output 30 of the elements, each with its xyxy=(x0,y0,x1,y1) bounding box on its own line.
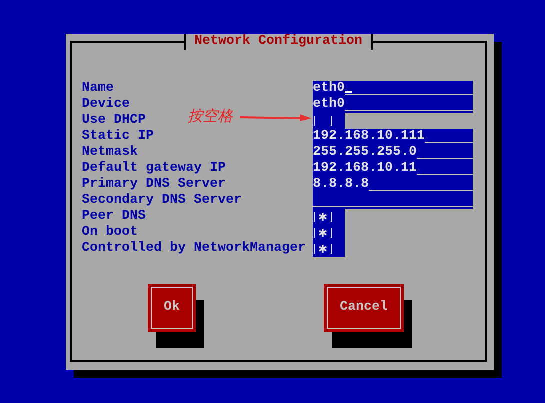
dialog-title: Network Configuration xyxy=(184,34,374,50)
checkbox[interactable] xyxy=(314,212,332,222)
field-label: Name xyxy=(82,81,114,96)
checkbox[interactable] xyxy=(314,116,332,126)
asterisk-icon xyxy=(319,229,327,237)
field-label: Controlled by NetworkManager xyxy=(82,241,306,256)
field-label: Static IP xyxy=(82,129,154,144)
text-field[interactable]: 192.168.10.111 xyxy=(313,129,473,145)
checkbox[interactable] xyxy=(314,244,332,254)
annotation-arrow xyxy=(240,114,312,122)
field-label: On boot xyxy=(82,225,138,240)
field-label: Peer DNS xyxy=(82,209,146,224)
asterisk-icon xyxy=(319,213,327,221)
annotation-text: 按空格 xyxy=(188,107,233,125)
field-label: Device xyxy=(82,97,130,112)
field-label: Secondary DNS Server xyxy=(82,193,242,208)
field-label: Netmask xyxy=(82,145,138,160)
text-field[interactable]: eth0 xyxy=(313,97,473,113)
text-field[interactable]: 192.168.10.11 xyxy=(313,161,473,177)
text-field[interactable]: eth0 xyxy=(313,81,473,97)
asterisk-icon xyxy=(319,245,327,253)
dialog-button[interactable]: Ok xyxy=(148,284,196,332)
text-field[interactable]: 8.8.8.8 xyxy=(313,177,473,193)
text-field[interactable]: 255.255.255.0 xyxy=(313,145,473,161)
field-label: Use DHCP xyxy=(82,113,146,128)
text-field[interactable] xyxy=(313,193,473,209)
field-label: Primary DNS Server xyxy=(82,177,226,192)
dialog-button[interactable]: Cancel xyxy=(324,284,404,332)
field-label: Default gateway IP xyxy=(82,161,226,176)
checkbox[interactable] xyxy=(314,228,332,238)
